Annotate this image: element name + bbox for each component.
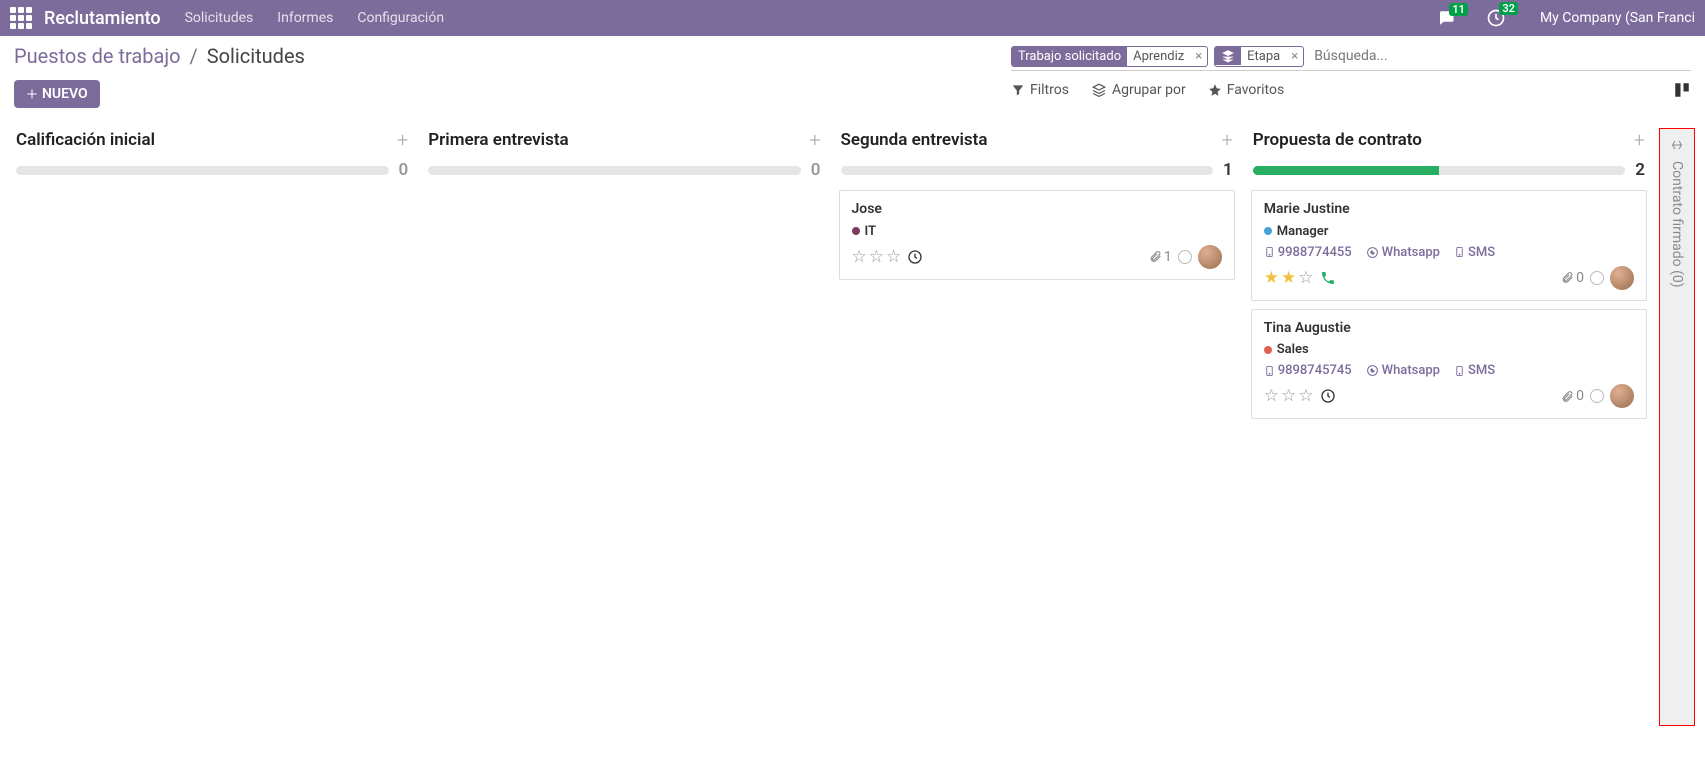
company-name[interactable]: My Company (San Franci (1540, 10, 1695, 26)
column-title[interactable]: Primera entrevista (428, 130, 568, 150)
whatsapp-link[interactable]: Whatsapp (1366, 363, 1440, 378)
avatar[interactable] (1198, 245, 1222, 269)
phone-link[interactable]: 9898745745 (1264, 363, 1352, 378)
column-progress (841, 166, 1214, 175)
activity-indicator[interactable] (1178, 250, 1192, 264)
priority-stars[interactable]: ☆☆☆ (852, 247, 902, 267)
attachment-count[interactable]: 1 (1149, 249, 1172, 265)
kanban-card[interactable]: Jose IT ☆☆☆ 1 (839, 190, 1235, 280)
facet-remove-icon[interactable]: × (1190, 49, 1207, 64)
attachment-count[interactable]: 0 (1561, 270, 1584, 286)
breadcrumb-current: Solicitudes (207, 44, 305, 68)
column-count: 0 (399, 160, 409, 180)
column-title[interactable]: Calificación inicial (16, 130, 155, 150)
kanban-column: Segunda entrevista + 1 Jose IT ☆☆☆ (835, 128, 1239, 288)
facet-remove-icon[interactable]: × (1286, 49, 1303, 64)
app-name[interactable]: Reclutamiento (44, 8, 161, 29)
kanban-column: Propuesta de contrato + 2 Marie Justine … (1247, 128, 1651, 427)
kanban-column: Primera entrevista + 0 (422, 128, 826, 190)
breadcrumb-root[interactable]: Puestos de trabajo (14, 44, 181, 68)
nav-link-solicitudes[interactable]: Solicitudes (185, 10, 254, 26)
column-count: 1 (1223, 160, 1233, 180)
layers-icon (1215, 47, 1241, 65)
search-bar: Trabajo solicitado Aprendiz × Etapa × (1011, 44, 1691, 71)
column-progress (16, 166, 389, 175)
card-title: Jose (852, 201, 1222, 217)
kanban-card[interactable]: Tina Augustie Sales 9898745745 Whatsapp … (1251, 309, 1647, 420)
search-facet-job[interactable]: Trabajo solicitado Aprendiz × (1011, 46, 1208, 67)
activities-badge: 32 (1499, 2, 1518, 15)
clock-icon[interactable] (1320, 388, 1336, 404)
new-button[interactable]: NUEVO (14, 80, 100, 108)
messages-badge: 11 (1449, 3, 1468, 16)
activity-indicator[interactable] (1590, 271, 1604, 285)
filters-button[interactable]: Filtros (1011, 82, 1069, 98)
kanban-column: Calificación inicial + 0 (10, 128, 414, 190)
top-nav: Reclutamiento Solicitudes Informes Confi… (0, 0, 1705, 36)
groupby-button[interactable]: Agrupar por (1091, 82, 1186, 98)
favorites-button[interactable]: Favoritos (1208, 82, 1284, 98)
card-title: Marie Justine (1264, 201, 1634, 217)
column-count: 0 (811, 160, 821, 180)
phone-icon[interactable] (1320, 270, 1336, 286)
breadcrumb: Puestos de trabajo / Solicitudes (14, 44, 305, 68)
column-title[interactable]: Propuesta de contrato (1253, 130, 1422, 150)
kanban-column-folded[interactable]: Contrato firmado (0) (1659, 128, 1695, 726)
sms-link[interactable]: SMS (1454, 245, 1495, 260)
column-add-icon[interactable]: + (397, 128, 408, 152)
card-tag: Manager (1264, 224, 1329, 239)
column-add-icon[interactable]: + (1634, 128, 1645, 152)
filter-bar: Filtros Agrupar por Favoritos (1011, 81, 1691, 99)
priority-stars[interactable]: ★★☆ (1264, 268, 1314, 288)
expand-icon (1669, 139, 1685, 151)
column-add-icon[interactable]: + (809, 128, 820, 152)
column-progress (428, 166, 801, 175)
apps-icon[interactable] (10, 7, 32, 29)
sms-link[interactable]: SMS (1454, 363, 1495, 378)
clock-icon[interactable] (907, 249, 923, 265)
activities-icon[interactable]: 32 (1486, 8, 1506, 28)
nav-link-informes[interactable]: Informes (277, 10, 333, 26)
whatsapp-link[interactable]: Whatsapp (1366, 245, 1440, 260)
column-title[interactable]: Segunda entrevista (841, 130, 988, 150)
column-add-icon[interactable]: + (1221, 128, 1232, 152)
phone-link[interactable]: 9988774455 (1264, 245, 1352, 260)
card-tag: Sales (1264, 342, 1309, 357)
activity-indicator[interactable] (1590, 389, 1604, 403)
messages-icon[interactable]: 11 (1436, 9, 1456, 27)
priority-stars[interactable]: ☆☆☆ (1264, 386, 1314, 406)
view-kanban-icon[interactable] (1673, 81, 1691, 99)
kanban-card[interactable]: Marie Justine Manager 9988774455 Whatsap… (1251, 190, 1647, 301)
avatar[interactable] (1610, 266, 1634, 290)
attachment-count[interactable]: 0 (1561, 388, 1584, 404)
nav-link-configuracion[interactable]: Configuración (357, 10, 444, 26)
folded-column-title: Contrato firmado (0) (1669, 161, 1685, 288)
search-facet-group[interactable]: Etapa × (1214, 46, 1304, 67)
card-title: Tina Augustie (1264, 320, 1634, 336)
kanban-board: Calificación inicial + 0 Primera entrevi… (0, 112, 1705, 742)
control-panel: Puestos de trabajo / Solicitudes NUEVO T… (0, 36, 1705, 112)
avatar[interactable] (1610, 384, 1634, 408)
search-input[interactable] (1310, 44, 1691, 68)
card-tag: IT (852, 224, 877, 239)
column-progress (1253, 166, 1626, 175)
column-count: 2 (1635, 160, 1645, 180)
